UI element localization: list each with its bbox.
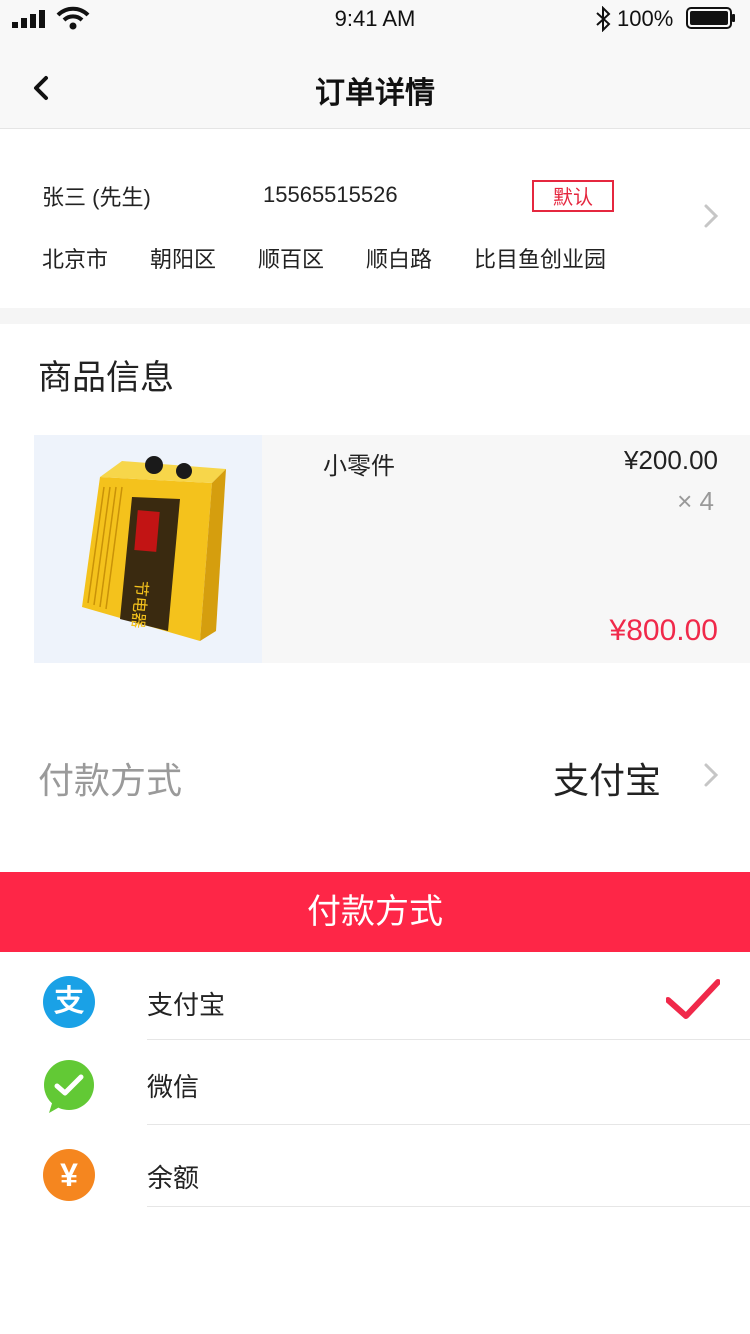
goods-section-title: 商品信息 — [38, 359, 174, 397]
address-city: 北京市 — [42, 247, 109, 272]
address-area: 顺百区 — [258, 247, 325, 272]
address-district: 朝阳区 — [150, 247, 217, 272]
option-divider — [147, 1206, 750, 1207]
product-unit-price: ¥200.00 — [624, 445, 718, 475]
product-image: 节电器 — [34, 435, 262, 663]
address-card[interactable] — [0, 129, 750, 308]
recipient-name: 张三 (先生) — [42, 185, 151, 210]
address-detail: 比目鱼创业园 — [474, 247, 607, 272]
chevron-right-icon — [704, 763, 719, 787]
payment-option-label: 支付宝 — [147, 990, 226, 1020]
option-divider — [147, 1039, 750, 1040]
product-total-price: ¥800.00 — [609, 614, 718, 647]
payment-option-wechat[interactable] — [0, 1042, 750, 1124]
battery-icon — [686, 7, 735, 29]
default-badge: 默认 — [532, 180, 614, 212]
battery-percent: 100% — [617, 6, 674, 31]
payment-option-label: 微信 — [147, 1072, 200, 1102]
payment-option-label: 余额 — [147, 1163, 200, 1193]
payment-method-label: 付款方式 — [38, 760, 183, 801]
payment-option-balance[interactable] — [0, 1127, 750, 1207]
bluetooth-icon — [596, 6, 611, 32]
address-road: 顺白路 — [366, 247, 433, 272]
power-saver-device-icon: 节电器 — [82, 456, 226, 641]
payment-option-alipay[interactable] — [0, 960, 750, 1040]
product-name: 小零件 — [323, 453, 395, 480]
option-divider — [147, 1124, 750, 1125]
alipay-icon: 支 — [43, 976, 95, 1028]
balance-icon: ¥ — [43, 1149, 95, 1201]
payment-sheet-title: 付款方式 — [0, 872, 750, 952]
product-quantity: × 4 — [677, 486, 714, 516]
wechat-icon — [44, 1060, 94, 1113]
chevron-right-icon — [704, 204, 719, 228]
checkmark-icon — [666, 979, 720, 1019]
payment-method-value[interactable]: 支付宝 — [553, 752, 661, 804]
recipient-phone: 15565515526 — [263, 182, 398, 207]
section-divider — [0, 308, 750, 324]
page-title: 订单详情 — [315, 77, 435, 110]
